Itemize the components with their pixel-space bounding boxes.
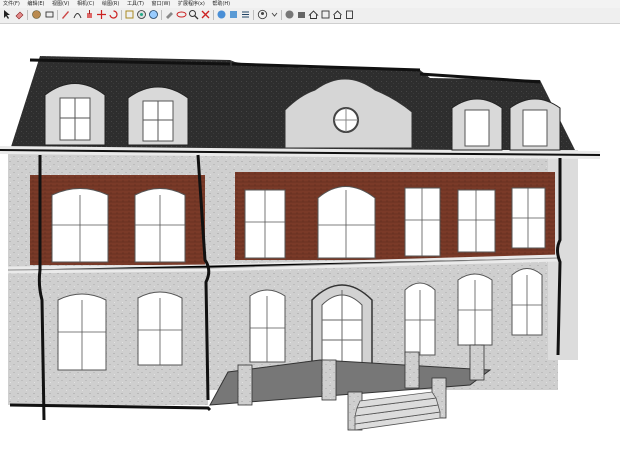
rectangle-icon[interactable] — [44, 9, 55, 20]
menu-edit[interactable]: 编辑(E) — [24, 0, 47, 8]
tape-measure-icon[interactable] — [136, 9, 147, 20]
front-view-icon[interactable] — [296, 9, 307, 20]
paint-bucket-icon[interactable] — [31, 9, 42, 20]
dormer-right-2 — [509, 98, 561, 151]
menu-file[interactable]: 文件(F) — [0, 0, 23, 8]
menu-help[interactable]: 帮助(H) — [209, 0, 233, 8]
menu-tools[interactable]: 工具(T) — [124, 0, 147, 8]
dormer-right-1 — [451, 98, 503, 151]
offset-icon[interactable] — [124, 9, 135, 20]
menu-view[interactable]: 视图(V) — [49, 0, 72, 8]
menu-camera[interactable]: 相机(C) — [74, 0, 97, 8]
model-viewport[interactable] — [0, 24, 620, 466]
pan-icon[interactable] — [188, 9, 199, 20]
rotate-icon[interactable] — [108, 9, 119, 20]
dormer-left-1 — [44, 83, 106, 146]
top-view-icon[interactable] — [269, 9, 280, 20]
warehouse-icon[interactable] — [284, 9, 295, 20]
paint-icon[interactable] — [164, 9, 175, 20]
iso-view-icon[interactable] — [240, 9, 251, 20]
push-pull-icon[interactable] — [84, 9, 95, 20]
select-arrow-icon[interactable] — [2, 9, 13, 20]
section-plane-icon[interactable] — [228, 9, 239, 20]
extension-icon[interactable] — [320, 9, 331, 20]
zoom-icon[interactable] — [200, 9, 211, 20]
line-pencil-icon[interactable] — [60, 9, 71, 20]
menu-draw[interactable]: 绘图(R) — [99, 0, 122, 8]
arc-icon[interactable] — [72, 9, 83, 20]
entrance-steps — [354, 391, 441, 431]
menu-bar: 文件(F) 编辑(E) 视图(V) 相机(C) 绘图(R) 工具(T) 窗口(W… — [0, 0, 620, 8]
menu-window[interactable]: 窗口(W) — [149, 0, 174, 8]
home-icon[interactable] — [308, 9, 319, 20]
main-entrance — [311, 284, 373, 373]
dormer-left-2 — [127, 86, 189, 146]
house-icon[interactable] — [332, 9, 343, 20]
zoom-extents-icon[interactable] — [216, 9, 227, 20]
menu-extensions[interactable]: 扩展程序(x) — [175, 0, 208, 8]
building-model[interactable] — [0, 24, 620, 466]
move-icon[interactable] — [96, 9, 107, 20]
account-icon[interactable] — [257, 9, 268, 20]
main-toolbar — [0, 8, 620, 24]
orbit-icon[interactable] — [176, 9, 187, 20]
text-icon[interactable] — [148, 9, 159, 20]
eraser-icon[interactable] — [14, 9, 25, 20]
door-icon[interactable] — [344, 9, 355, 20]
